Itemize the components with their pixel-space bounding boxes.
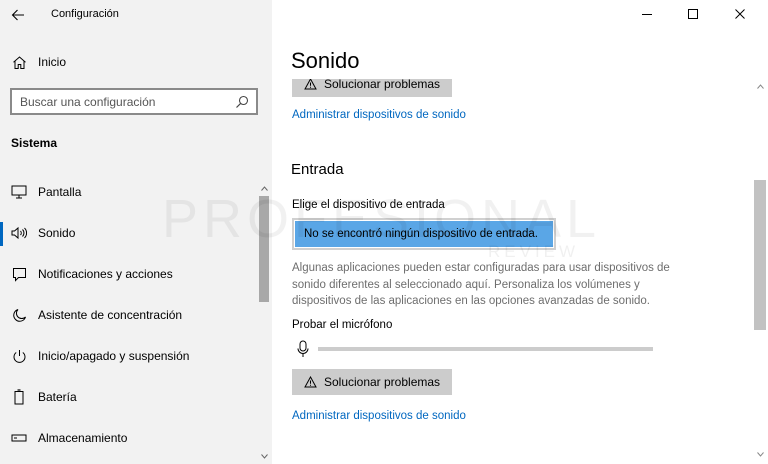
sidebar-item-notifications[interactable]: Notificaciones y acciones — [0, 256, 258, 292]
input-device-label: Elige el dispositivo de entrada — [292, 199, 445, 211]
warning-icon — [304, 376, 317, 388]
scroll-up-icon[interactable] — [754, 80, 766, 92]
content-scrollbar[interactable] — [752, 80, 768, 464]
page-title: Sonido — [291, 48, 360, 73]
input-section-heading: Entrada — [291, 161, 344, 178]
scroll-up-icon[interactable] — [258, 182, 270, 194]
sidebar-scrollbar[interactable] — [258, 182, 270, 464]
manage-sound-devices-link-output[interactable]: Administrar dispositivos de sonido — [292, 109, 466, 121]
maximize-icon — [688, 9, 698, 19]
scroll-down-icon[interactable] — [754, 448, 766, 460]
input-device-value: No se encontró ningún dispositivo de ent… — [295, 221, 553, 247]
sidebar-item-sound[interactable]: Sonido — [0, 215, 258, 251]
test-mic-label: Probar el micrófono — [292, 319, 393, 331]
minimize-button[interactable] — [624, 0, 670, 28]
scroll-down-icon[interactable] — [258, 450, 270, 462]
input-device-dropdown[interactable]: No se encontró ningún dispositivo de ent… — [292, 218, 556, 250]
troubleshoot-button-output[interactable]: Solucionar problemas — [292, 79, 452, 97]
section-title: Sistema — [11, 136, 58, 150]
sidebar-item-storage[interactable]: Almacenamiento — [0, 420, 258, 456]
troubleshoot-button-input[interactable]: Solucionar problemas — [292, 369, 452, 395]
scrollbar-thumb[interactable] — [754, 180, 766, 330]
sidebar-item-home[interactable]: Inicio — [0, 44, 258, 80]
speaker-icon — [11, 225, 27, 241]
power-icon — [11, 348, 27, 364]
search-input[interactable] — [20, 93, 220, 110]
sidebar-item-display[interactable]: Pantalla — [0, 174, 258, 210]
sidebar-item-label: Inicio — [38, 55, 67, 69]
scroll-content: Solucionar problemas Administrar disposi… — [272, 79, 742, 464]
warning-icon — [304, 79, 317, 90]
sidebar-item-label: Notificaciones y acciones — [38, 267, 173, 281]
button-label: Solucionar problemas — [323, 375, 441, 389]
minimize-icon — [642, 14, 652, 15]
home-icon — [11, 54, 27, 70]
sidebar-item-label: Inicio/apagado y suspensión — [38, 349, 190, 363]
storage-icon — [11, 430, 27, 446]
notification-icon — [11, 266, 27, 282]
sidebar: Configuración Inicio Sistema Pantalla So… — [0, 0, 272, 464]
search-field[interactable] — [10, 88, 258, 115]
maximize-button[interactable] — [670, 0, 716, 28]
sidebar-item-label: Batería — [38, 390, 77, 404]
sidebar-item-focus-assist[interactable]: Asistente de concentración — [0, 297, 258, 333]
microphone-icon — [297, 340, 309, 357]
back-button[interactable] — [4, 2, 32, 28]
back-arrow-icon — [11, 9, 24, 21]
manage-sound-devices-link-input[interactable]: Administrar dispositivos de sonido — [292, 410, 466, 422]
sidebar-item-label: Sonido — [38, 226, 76, 240]
sidebar-item-power-sleep[interactable]: Inicio/apagado y suspensión — [0, 338, 258, 374]
button-label: Solucionar problemas — [323, 79, 441, 91]
sidebar-item-label: Pantalla — [38, 185, 82, 199]
sidebar-item-label: Almacenamiento — [38, 431, 128, 445]
sidebar-item-battery[interactable]: Batería — [0, 379, 258, 415]
search-icon[interactable] — [235, 95, 249, 109]
close-icon — [735, 9, 745, 19]
scrollbar-thumb[interactable] — [259, 196, 269, 302]
close-button[interactable] — [716, 0, 764, 28]
display-icon — [11, 184, 27, 200]
sidebar-item-label: Asistente de concentración — [38, 308, 183, 322]
input-info-text: Algunas aplicaciones pueden estar config… — [292, 262, 670, 307]
mic-level-meter — [318, 347, 653, 351]
content-pane: Sonido Solucionar problemas Administrar … — [272, 0, 768, 464]
window-title: Configuración — [51, 8, 119, 20]
battery-icon — [11, 389, 27, 405]
moon-icon — [11, 307, 27, 323]
